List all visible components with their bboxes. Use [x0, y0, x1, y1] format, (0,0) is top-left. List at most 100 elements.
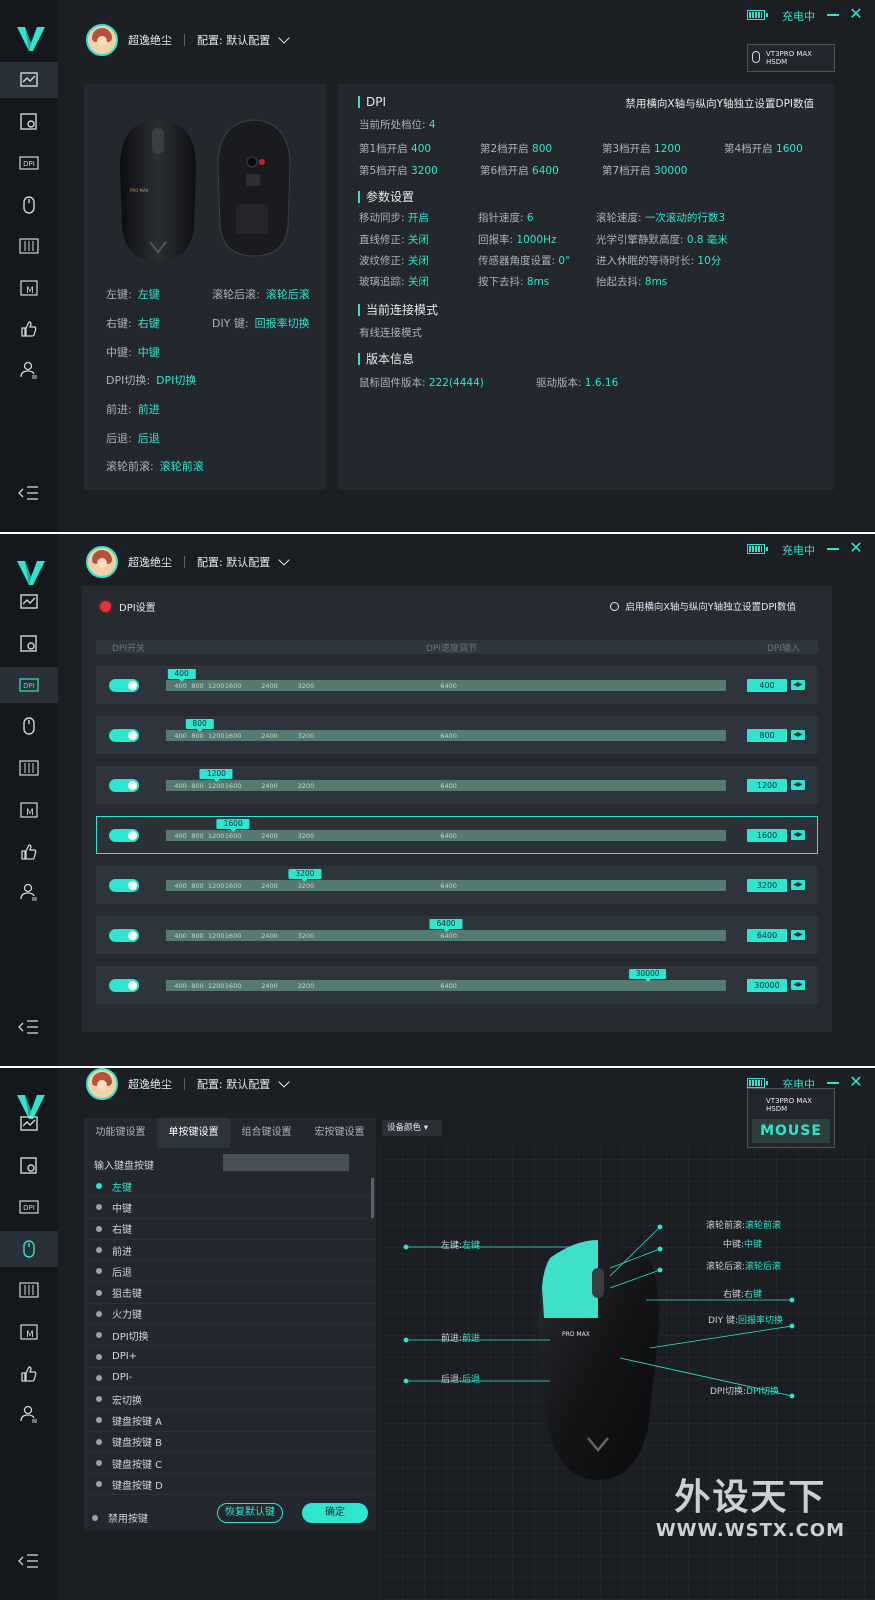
tab-function-keys[interactable]: 功能键设置 [84, 1118, 157, 1148]
nav-equalizer[interactable] [0, 1272, 58, 1308]
dpi-slider-handle[interactable]: 400 [167, 669, 196, 682]
reset-default-button[interactable]: 恢复默认键 [217, 1503, 283, 1523]
dpi-stepper-icon[interactable]: ◀▶ [791, 930, 805, 940]
dpi-row[interactable]: 400 800 1200 1600 2400 3200 6400 3200 3200 ◀▶ [96, 866, 818, 904]
dpi-value-input[interactable]: 6400 [747, 929, 787, 942]
dpi-value-input[interactable]: 800 [747, 729, 787, 742]
chevron-down-icon[interactable] [278, 1076, 290, 1088]
dpi-enable-toggle[interactable] [109, 929, 139, 942]
chevron-down-icon[interactable] [278, 554, 290, 566]
collapse-sidebar-icon[interactable] [18, 1018, 40, 1036]
dpi-stepper-icon[interactable]: ◀▶ [791, 730, 805, 740]
key-list-item[interactable]: 键盘按键 B [84, 1432, 374, 1453]
collapse-sidebar-icon[interactable] [18, 1552, 40, 1570]
dpi-enable-toggle[interactable] [109, 879, 139, 892]
dpi-value-input[interactable]: 400 [747, 679, 787, 692]
dpi-slider-track[interactable]: 400 800 1200 1600 2400 3200 6400 1200 [166, 769, 726, 791]
dpi-value-input[interactable]: 30000 [747, 979, 787, 992]
nav-performance[interactable] [0, 1106, 58, 1142]
dpi-slider-handle[interactable]: 6400 [429, 919, 463, 932]
close-button[interactable]: ✕ [849, 540, 863, 556]
independent-axis-option[interactable]: 启用横向X轴与纵向Y轴独立设置DPI数值 [610, 599, 796, 613]
close-button[interactable]: ✕ [849, 6, 863, 22]
radio-button[interactable] [610, 601, 620, 611]
nav-dpi[interactable]: DPI [0, 145, 58, 181]
nav-rating[interactable] [0, 1356, 58, 1392]
device-badge[interactable]: VT3PRO MAX HSDM [747, 44, 835, 72]
close-button[interactable]: ✕ [849, 1074, 863, 1090]
key-list-item[interactable]: 狙击键 [84, 1282, 374, 1304]
avatar[interactable] [86, 1068, 118, 1100]
key-list-item[interactable]: 后退 [84, 1261, 374, 1283]
dpi-enable-toggle[interactable] [109, 829, 139, 842]
key-list-item[interactable]: 键盘按键 D [84, 1474, 374, 1496]
avatar[interactable] [86, 546, 118, 578]
nav-macro[interactable]: M [0, 1314, 58, 1350]
dpi-value-input[interactable]: 3200 [747, 879, 787, 892]
nav-macro[interactable]: M [0, 270, 58, 306]
dpi-value-input[interactable]: 1200 [747, 779, 787, 792]
nav-rating[interactable] [0, 311, 58, 347]
confirm-button[interactable]: 确定 [302, 1503, 368, 1523]
config-select[interactable]: 配置: 默认配置 [197, 1076, 270, 1092]
nav-rating[interactable] [0, 834, 58, 870]
device-color-dropdown[interactable]: 设备颜色 ▾ [382, 1120, 442, 1136]
nav-dpi[interactable]: DPI [0, 667, 58, 703]
minimize-button[interactable] [827, 548, 839, 550]
chevron-down-icon[interactable] [278, 32, 290, 44]
keyboard-key-input[interactable] [223, 1154, 349, 1171]
dpi-row[interactable]: 400 800 1200 1600 2400 3200 6400 1200 1200 ◀▶ [96, 766, 818, 804]
key-list-item[interactable]: DPI- [84, 1368, 374, 1389]
dpi-stepper-icon[interactable]: ◀▶ [791, 780, 805, 790]
key-list-item[interactable]: 中键 [84, 1197, 374, 1219]
nav-device-settings[interactable] [0, 626, 58, 662]
tab-macro-keys[interactable]: 宏按键设置 [303, 1118, 376, 1148]
nav-device-settings[interactable] [0, 1148, 58, 1184]
nav-dpi[interactable]: DPI [0, 1189, 58, 1225]
key-list-item[interactable]: 前进 [84, 1240, 374, 1262]
device-badge[interactable]: VT3PRO MAX HSDM MOUSE [747, 1088, 835, 1148]
collapse-sidebar-icon[interactable] [18, 484, 40, 502]
dpi-stepper-icon[interactable]: ◀▶ [791, 680, 805, 690]
key-list-item[interactable]: 火力键 [84, 1304, 374, 1326]
nav-performance[interactable] [0, 62, 58, 98]
tab-single-key[interactable]: 单按键设置 [157, 1118, 230, 1148]
dpi-stepper-icon[interactable]: ◀▶ [791, 880, 805, 890]
nav-equalizer[interactable] [0, 750, 58, 786]
dpi-stepper-icon[interactable]: ◀▶ [791, 830, 805, 840]
config-select[interactable]: 配置: 默认配置 [197, 554, 270, 570]
dpi-slider-track[interactable]: 400 800 1200 1600 2400 3200 6400 30000 [166, 969, 726, 991]
disable-key-option[interactable]: 禁用按键 [92, 1510, 148, 1525]
key-list-item[interactable]: 键盘按键 A [84, 1410, 374, 1432]
dpi-row[interactable]: 400 800 1200 1600 2400 3200 6400 400 400 ◀▶ [96, 666, 818, 704]
minimize-button[interactable] [827, 14, 839, 16]
nav-macro[interactable]: M [0, 792, 58, 828]
key-list-item[interactable]: 右键 [84, 1219, 374, 1240]
nav-user-profile[interactable] [0, 1396, 58, 1432]
dpi-enable-toggle[interactable] [109, 979, 139, 992]
dpi-row[interactable]: 400 800 1200 1600 2400 3200 6400 6400 6400 ◀▶ [96, 916, 818, 954]
key-list-item[interactable]: DPI切换 [84, 1325, 374, 1347]
dpi-slider-handle[interactable]: 30000 [628, 969, 667, 982]
scrollbar[interactable] [371, 1178, 374, 1218]
tab-combo-keys[interactable]: 组合键设置 [230, 1118, 303, 1148]
key-list-item[interactable]: 键盘按键 C [84, 1453, 374, 1475]
nav-user-profile[interactable] [0, 352, 58, 388]
dpi-slider-track[interactable]: 400 800 1200 1600 2400 3200 6400 1600 [166, 819, 726, 841]
dpi-value-input[interactable]: 1600 [747, 829, 787, 842]
dpi-slider-track[interactable]: 400 800 1200 1600 2400 3200 6400 400 [166, 669, 726, 691]
key-list-item[interactable]: DPI+ [84, 1346, 374, 1368]
nav-mouse[interactable] [0, 708, 58, 744]
dpi-row[interactable]: 400 800 1200 1600 2400 3200 6400 800 800 ◀▶ [96, 716, 818, 754]
dpi-enable-toggle[interactable] [109, 779, 139, 792]
dpi-row[interactable]: 400 800 1200 1600 2400 3200 6400 30000 30000 ◀▶ [96, 966, 818, 1004]
dpi-row[interactable]: 400 800 1200 1600 2400 3200 6400 1600 1600 ◀▶ [96, 816, 818, 854]
config-select[interactable]: 配置: 默认配置 [197, 32, 270, 48]
nav-mouse[interactable] [0, 1231, 58, 1267]
dpi-stepper-icon[interactable]: ◀▶ [791, 980, 805, 990]
nav-equalizer[interactable] [0, 228, 58, 264]
nav-performance[interactable] [0, 584, 58, 620]
dpi-enable-toggle[interactable] [109, 679, 139, 692]
key-list-item[interactable]: 左键 [84, 1176, 374, 1198]
dpi-slider-handle[interactable]: 3200 [288, 869, 322, 882]
